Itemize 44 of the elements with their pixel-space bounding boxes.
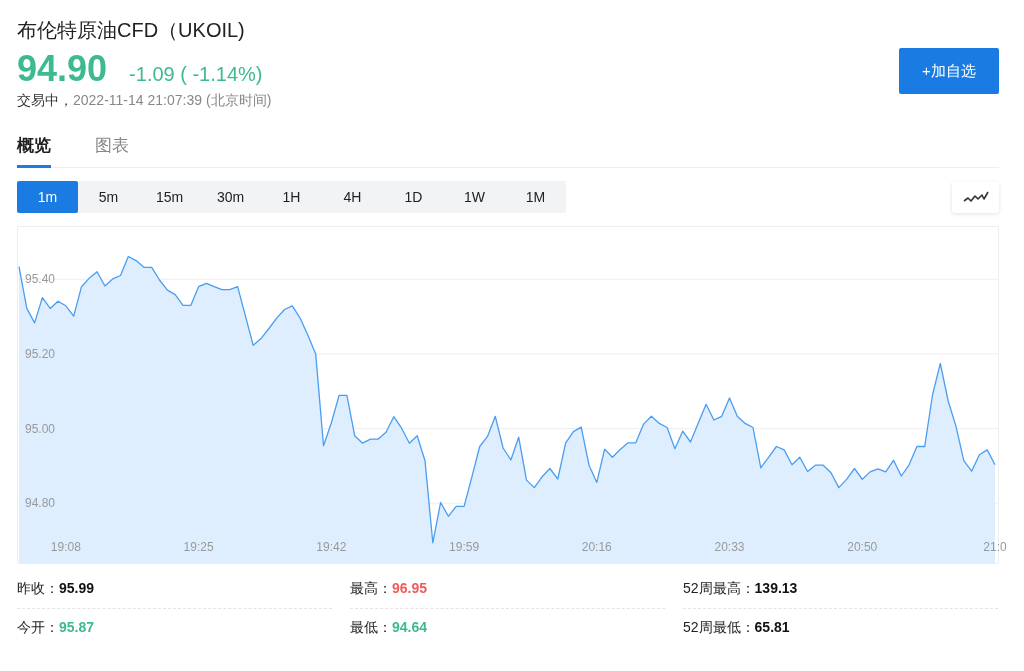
line-chart-icon [961,190,990,204]
y-axis-label: 95.00 [25,421,56,436]
x-axis-label: 19:59 [449,540,480,554]
stat-value: 96.95 [392,580,428,596]
x-axis-label: 20:33 [714,540,745,554]
timeframe-button[interactable]: 1M [505,181,566,213]
timeframe-button[interactable]: 15m [139,181,200,213]
tab[interactable]: 概览 [17,130,51,168]
trading-status: 交易中， [17,92,73,110]
stat-value: 65.81 [754,619,790,635]
timeframe-button[interactable]: 1m [17,181,78,213]
price-change: -1.09 ( -1.14%) [129,63,263,86]
stat-label: 今开： [17,619,59,635]
stat-label: 昨收： [17,580,59,596]
timestamp: 2022-11-14 21:07:39 [73,92,202,110]
add-watchlist-button[interactable]: +加自选 [899,48,999,94]
timeframe-button[interactable]: 1D [383,181,444,213]
line-chart-toggle[interactable] [952,181,999,213]
timezone-note: (北京时间) [205,92,272,110]
x-axis-label: 19:08 [50,540,81,554]
timeframe-button[interactable]: 1H [261,181,322,213]
stat-value: 95.87 [59,619,95,635]
x-axis-label: 19:42 [316,540,347,554]
x-axis-label: 20:50 [847,540,878,554]
x-axis-label: 20:16 [581,540,612,554]
x-axis-label: 21:0 [983,540,1007,554]
y-axis-label: 95.20 [25,346,56,361]
price: 94.90 [17,48,108,90]
x-axis-label: 19:25 [183,540,214,554]
instrument-title: 布伦特原油CFD（UKOIL) [17,18,246,43]
stat-value: 95.99 [59,580,95,596]
timeframe-button[interactable]: 4H [322,181,383,213]
timeframe-button[interactable]: 5m [78,181,139,213]
stat-label: 52周最低： [683,619,755,635]
stat-label: 52周最高： [683,580,755,596]
stat-label: 最低： [350,619,392,635]
y-axis-label: 94.80 [25,496,56,511]
y-axis-label: 95.40 [25,272,56,287]
stat-label: 最高： [350,580,392,596]
tab[interactable]: 图表 [95,130,129,168]
timeframe-button[interactable]: 1W [444,181,505,213]
timeframe-button[interactable]: 30m [200,181,261,213]
stat-value: 139.13 [754,580,798,596]
stat-value: 94.64 [392,619,428,635]
